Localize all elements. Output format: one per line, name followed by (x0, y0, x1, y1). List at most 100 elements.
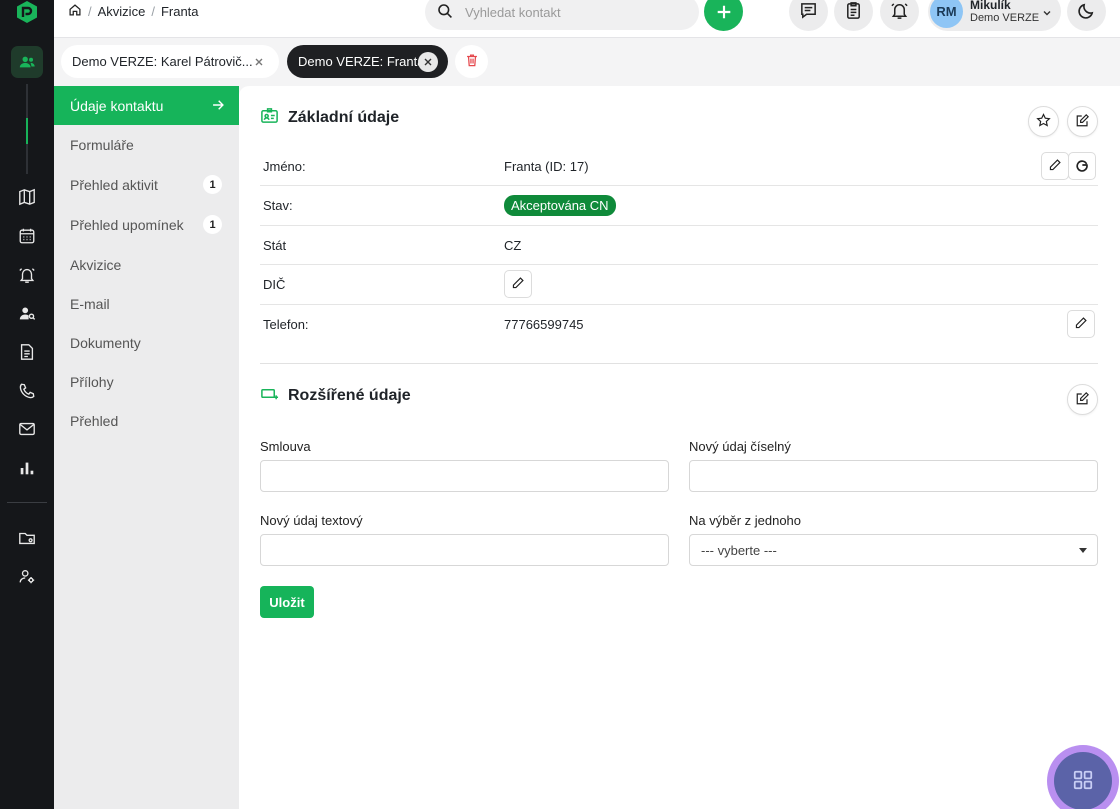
map-icon[interactable] (11, 181, 43, 213)
mail-icon[interactable] (11, 413, 43, 445)
row-dic: DIČ (260, 265, 1098, 305)
basic-info-heading: Základní údaje (260, 106, 399, 130)
menu-item-dokumenty[interactable]: Dokumenty (54, 323, 239, 362)
field-label: Stát (263, 237, 287, 253)
field-value: Franta (ID: 17) (504, 158, 589, 174)
grid-icon (1072, 769, 1094, 794)
menu-item-prehled-aktivit[interactable]: Přehled aktivit 1 (54, 165, 239, 204)
edit-dic-button[interactable] (504, 270, 532, 298)
section-title: Rozšířené údaje (288, 387, 411, 404)
menu-item-label: E-mail (70, 295, 110, 312)
menu-item-email[interactable]: E-mail (54, 284, 239, 323)
row-jmeno: Jméno: Franta (ID: 17) (260, 147, 1098, 186)
user-settings-icon[interactable] (11, 561, 43, 593)
field-label: DIČ (263, 277, 286, 292)
add-button[interactable] (704, 0, 743, 31)
chat-icon (799, 1, 818, 23)
breadcrumb-separator: / (151, 4, 155, 19)
menu-item-label: Akvizice (70, 256, 122, 273)
row-stav: Stav: Akceptována CN (260, 186, 1098, 226)
breadcrumb-separator: / (88, 4, 92, 19)
menu-item-akvizice[interactable]: Akvizice (54, 245, 239, 284)
search-icon (437, 3, 453, 22)
google-search-button[interactable] (1068, 152, 1096, 180)
calendar-icon[interactable] (11, 220, 43, 252)
rail-line (26, 144, 28, 174)
contacts-nav-icon[interactable] (11, 46, 43, 78)
field-label: Telefon: (263, 317, 309, 332)
count-badge: 1 (203, 175, 222, 194)
trash-icon (465, 53, 479, 70)
menu-item-label: Přehled aktivit (70, 176, 158, 193)
menu-item-prehled[interactable]: Přehled (54, 401, 239, 440)
menu-item-prilohy[interactable]: Přílohy (54, 362, 239, 401)
tab-label: Demo VERZE: Karel Pátrovič... (72, 54, 253, 69)
breadcrumb-current: Franta (160, 4, 199, 19)
extended-info-heading: Rozšířené údaje (260, 384, 411, 408)
vyber-label: Na výběr z jednoho (689, 513, 802, 528)
top-bar: / Akvizice / Franta RM Mikulík Demo VERZ… (54, 0, 1120, 38)
alarms-button[interactable] (880, 0, 919, 31)
contact-menu: Údaje kontaktu Formuláře Přehled aktivit… (54, 86, 239, 809)
select-value: --- vyberte --- (701, 542, 777, 558)
favorite-button[interactable] (1028, 106, 1059, 137)
breadcrumb-akvizice[interactable]: Akvizice (98, 4, 146, 19)
tab-franta[interactable]: Demo VERZE: Franta (287, 45, 448, 78)
star-icon (1036, 112, 1051, 131)
menu-item-formulare[interactable]: Formuláře (54, 125, 239, 164)
pencil-icon (511, 276, 525, 293)
save-button[interactable]: Uložit (260, 586, 314, 618)
theme-toggle-button[interactable] (1067, 0, 1106, 31)
id-card-icon (260, 106, 279, 130)
breadcrumb: / Akvizice / Franta (68, 3, 199, 20)
messages-button[interactable] (789, 0, 828, 31)
close-icon[interactable] (418, 51, 438, 72)
bar-chart-icon[interactable] (11, 452, 43, 484)
app-logo-icon[interactable] (15, 0, 39, 24)
section-divider (260, 363, 1098, 364)
menu-item-label: Přehled (70, 412, 119, 429)
field-value: 77766599745 (504, 317, 584, 332)
pencil-icon (1048, 158, 1062, 175)
home-icon[interactable] (68, 3, 82, 20)
tasks-button[interactable] (834, 0, 873, 31)
edit-phone-button[interactable] (1067, 310, 1095, 338)
google-icon (1075, 158, 1089, 175)
search-box (425, 0, 699, 30)
section-title: Základní údaje (288, 109, 400, 126)
edit-extended-button[interactable] (1067, 384, 1098, 415)
dropdown-caret-icon (1079, 548, 1087, 553)
edit-name-button[interactable] (1041, 152, 1069, 180)
phone-icon[interactable] (11, 375, 43, 407)
search-input[interactable] (465, 4, 685, 20)
smlouva-input[interactable] (260, 460, 669, 492)
close-icon[interactable] (249, 52, 269, 72)
tab-karel[interactable]: Demo VERZE: Karel Pátrovič... (61, 45, 279, 78)
rail-line (26, 84, 28, 118)
textovy-input[interactable] (260, 534, 669, 566)
menu-item-prehled-upominek[interactable]: Přehled upomínek 1 (54, 205, 239, 244)
ciselny-input[interactable] (689, 460, 1098, 492)
clipboard-icon (844, 1, 863, 23)
moon-icon (1077, 1, 1096, 23)
extended-info-icon (260, 384, 279, 408)
apps-fab-button[interactable] (1047, 745, 1119, 809)
user-name: Mikulík (970, 0, 1011, 12)
count-badge: 1 (203, 215, 222, 234)
document-icon[interactable] (11, 336, 43, 368)
contact-detail-panel: Základní údaje Jméno: Franta (ID: 17) St… (239, 86, 1120, 809)
user-search-icon[interactable] (11, 298, 43, 330)
left-rail (0, 0, 54, 809)
menu-item-label: Formuláře (70, 136, 134, 153)
user-menu[interactable]: RM Mikulík Demo VERZE (928, 0, 1061, 31)
edit-basic-button[interactable] (1067, 106, 1098, 137)
folder-settings-icon[interactable] (11, 522, 43, 554)
row-telefon: Telefon: 77766599745 (260, 305, 1098, 344)
menu-item-udaje-kontaktu[interactable]: Údaje kontaktu (54, 86, 239, 125)
alarm-bell-icon[interactable] (11, 259, 43, 291)
bell-icon (890, 1, 909, 23)
field-label: Stav: (263, 198, 293, 213)
vyber-select[interactable]: --- vyberte --- (689, 534, 1098, 566)
close-all-tabs-button[interactable] (455, 45, 488, 78)
rail-divider (7, 502, 47, 503)
